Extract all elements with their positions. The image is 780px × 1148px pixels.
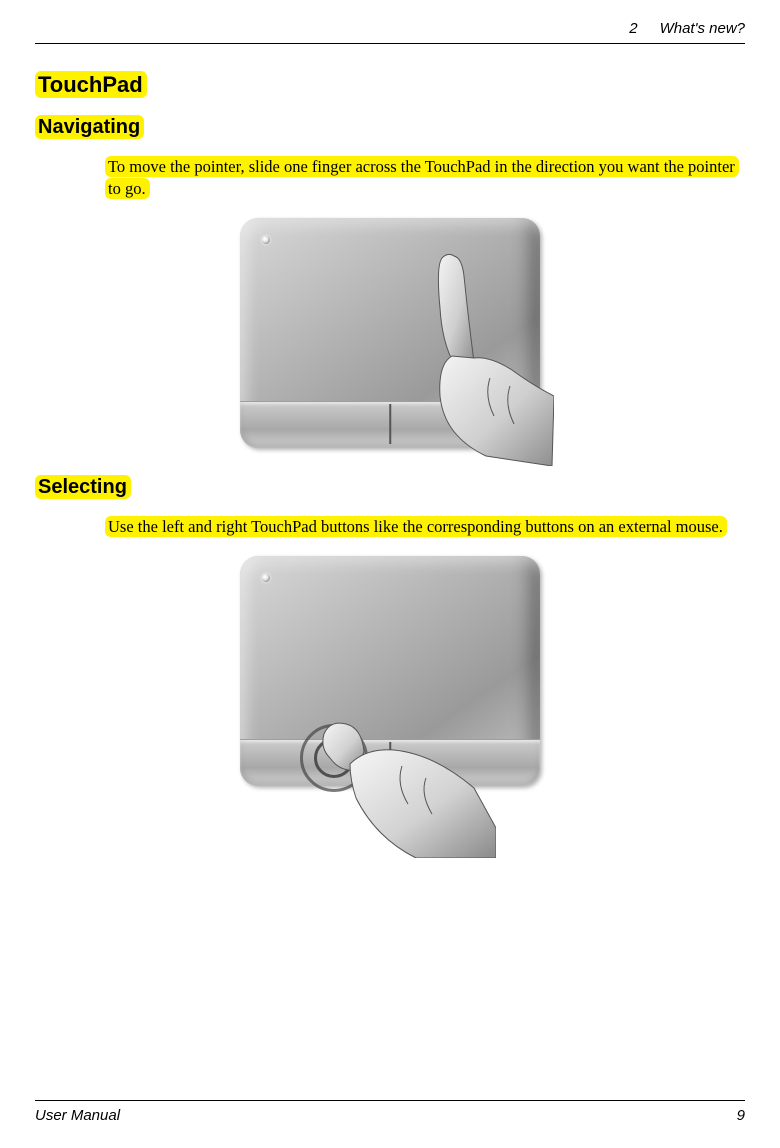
touchpad-illustration (240, 218, 540, 448)
subsection-heading-selecting: Selecting (35, 476, 745, 499)
selecting-body: Use the left and right TouchPad buttons … (105, 516, 735, 538)
footer-doc-title: User Manual (35, 1107, 120, 1124)
touchpad-led-icon (262, 574, 270, 582)
page-header: 2 What's new? (35, 20, 745, 44)
footer-page-number: 9 (737, 1107, 745, 1124)
figure-navigating (35, 218, 745, 448)
chapter-title: What's new? (660, 20, 745, 37)
navigating-body: To move the pointer, slide one finger ac… (105, 156, 735, 201)
page-footer: User Manual 9 (35, 1100, 745, 1124)
touchpad-led-icon (262, 236, 270, 244)
section-heading-touchpad: TouchPad (35, 72, 745, 98)
chapter-number: 2 (629, 20, 637, 37)
subsection-heading-navigating: Navigating (35, 116, 745, 139)
figure-selecting (35, 556, 745, 786)
hand-icon (394, 246, 554, 466)
touchpad-illustration (240, 556, 540, 786)
hand-icon (306, 688, 496, 858)
